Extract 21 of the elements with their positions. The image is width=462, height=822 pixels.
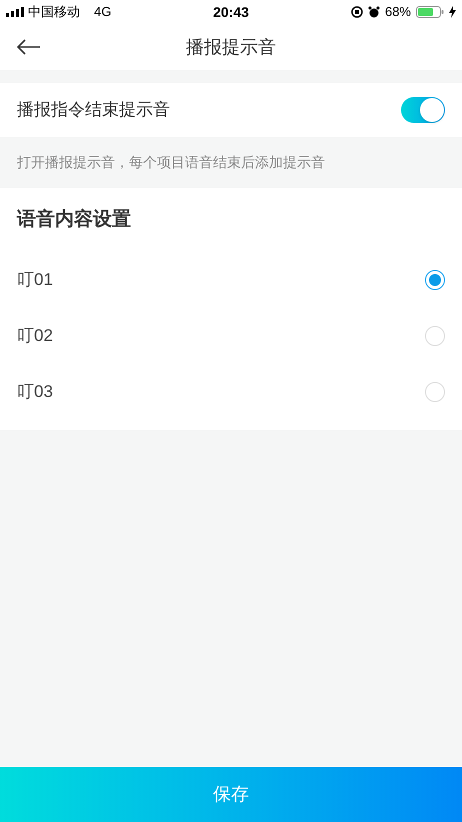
radio-button[interactable] — [425, 270, 445, 290]
toggle-switch[interactable] — [401, 97, 445, 123]
carrier-name: 中国移动 — [28, 3, 80, 22]
alarm-icon — [368, 6, 380, 18]
option-label: 叮03 — [17, 381, 53, 404]
signal-icon — [6, 7, 24, 17]
sound-option[interactable]: 叮03 — [0, 364, 462, 420]
charging-icon — [449, 6, 456, 18]
network-type: 4G — [94, 3, 112, 22]
rotation-lock-icon — [350, 6, 363, 18]
battery-icon — [416, 6, 444, 18]
clock-time: 20:43 — [213, 2, 249, 22]
section-title: 语音内容设置 — [17, 208, 131, 232]
sound-option[interactable]: 叮01 — [0, 252, 462, 308]
page-title: 播报提示音 — [186, 36, 276, 58]
toggle-label: 播报指令结束提示音 — [17, 99, 170, 122]
option-label: 叮02 — [17, 325, 53, 348]
sound-option[interactable]: 叮02 — [0, 308, 462, 364]
toggle-hint: 打开播报提示音，每个项目语音结束后添加提示音 — [17, 153, 325, 172]
battery-percent: 68% — [384, 3, 411, 22]
option-label: 叮01 — [17, 269, 53, 292]
